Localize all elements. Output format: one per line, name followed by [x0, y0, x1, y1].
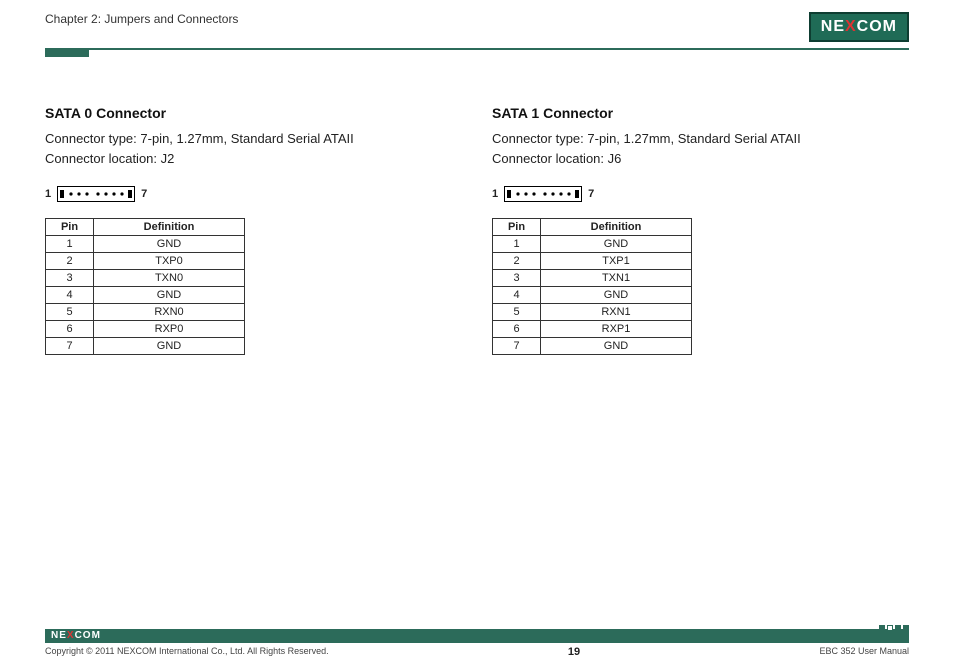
sata1-tbody: 1GND2TXP13TXN14GND5RXN16RXP17GND: [493, 236, 692, 355]
table-row: 7GND: [46, 338, 245, 355]
def-cell: GND: [541, 287, 692, 304]
th-pin: Pin: [46, 219, 94, 236]
table-row: 7GND: [493, 338, 692, 355]
th-def: Definition: [94, 219, 245, 236]
sata1-section: SATA 1 Connector Connector type: 7-pin, …: [492, 105, 909, 355]
page-footer: NEXCOM Copyright © 2011 NEXCOM Internati…: [45, 629, 909, 658]
sata0-section: SATA 0 Connector Connector type: 7-pin, …: [45, 105, 462, 355]
doc-name: EBC 352 User Manual: [819, 646, 909, 658]
pin-cell: 5: [493, 304, 541, 321]
sata1-pin-right: 7: [588, 188, 594, 200]
logo-post: COM: [857, 18, 897, 35]
sata0-pin-left: 1: [45, 188, 51, 200]
table-header-row: Pin Definition: [493, 219, 692, 236]
table-row: 5RXN1: [493, 304, 692, 321]
table-row: 6RXP0: [46, 321, 245, 338]
sata0-pin-table: Pin Definition 1GND2TXP03TXN04GND5RXN06R…: [45, 218, 245, 355]
sata0-description: Connector type: 7-pin, 1.27mm, Standard …: [45, 129, 462, 168]
footer-marks-icon: [879, 625, 909, 631]
footer-text-row: Copyright © 2011 NEXCOM International Co…: [45, 646, 909, 658]
logo-x: X: [845, 18, 857, 35]
sata1-pin-left: 1: [492, 188, 498, 200]
sata0-pin-right: 7: [141, 188, 147, 200]
pin-cell: 5: [46, 304, 94, 321]
def-cell: RXN1: [541, 304, 692, 321]
table-row: 3TXN0: [46, 270, 245, 287]
def-cell: RXP0: [94, 321, 245, 338]
sata-connector-icon: [57, 186, 135, 202]
footer-logo-x: X: [67, 630, 75, 641]
footer-logo-post: COM: [75, 630, 101, 641]
pin-cell: 4: [493, 287, 541, 304]
table-header-row: Pin Definition: [46, 219, 245, 236]
pin-cell: 7: [493, 338, 541, 355]
sata1-type: Connector type: 7-pin, 1.27mm, Standard …: [492, 129, 909, 149]
def-cell: GND: [541, 236, 692, 253]
pin-cell: 1: [46, 236, 94, 253]
table-row: 4GND: [493, 287, 692, 304]
sata0-location: Connector location: J2: [45, 149, 462, 169]
pin-cell: 6: [46, 321, 94, 338]
def-cell: TXN0: [94, 270, 245, 287]
pin-cell: 7: [46, 338, 94, 355]
sata0-type: Connector type: 7-pin, 1.27mm, Standard …: [45, 129, 462, 149]
table-row: 1GND: [46, 236, 245, 253]
logo-nexcom: NEXCOM: [809, 12, 909, 42]
def-cell: RXN0: [94, 304, 245, 321]
footer-bar: NEXCOM: [45, 629, 909, 643]
def-cell: TXP0: [94, 253, 245, 270]
page-header: Chapter 2: Jumpers and Connectors NEXCOM: [45, 12, 909, 50]
def-cell: GND: [94, 338, 245, 355]
table-row: 6RXP1: [493, 321, 692, 338]
th-pin: Pin: [493, 219, 541, 236]
sata1-location: Connector location: J6: [492, 149, 909, 169]
table-row: 2TXP0: [46, 253, 245, 270]
pin-cell: 4: [46, 287, 94, 304]
content-columns: SATA 0 Connector Connector type: 7-pin, …: [45, 105, 909, 355]
sata0-connector-graphic: 1 7: [45, 186, 462, 202]
table-row: 4GND: [46, 287, 245, 304]
def-cell: GND: [94, 287, 245, 304]
def-cell: TXN1: [541, 270, 692, 287]
pin-cell: 1: [493, 236, 541, 253]
pin-cell: 3: [46, 270, 94, 287]
accent-bar: [45, 49, 89, 57]
table-row: 2TXP1: [493, 253, 692, 270]
footer-logo-pre: NE: [51, 630, 67, 641]
page-number: 19: [568, 646, 580, 658]
pin-cell: 3: [493, 270, 541, 287]
def-cell: RXP1: [541, 321, 692, 338]
table-row: 3TXN1: [493, 270, 692, 287]
sata1-description: Connector type: 7-pin, 1.27mm, Standard …: [492, 129, 909, 168]
footer-logo-nexcom: NEXCOM: [51, 629, 101, 643]
sata0-title: SATA 0 Connector: [45, 105, 462, 121]
sata0-tbody: 1GND2TXP03TXN04GND5RXN06RXP07GND: [46, 236, 245, 355]
table-row: 1GND: [493, 236, 692, 253]
chapter-title: Chapter 2: Jumpers and Connectors: [45, 12, 238, 26]
table-row: 5RXN0: [46, 304, 245, 321]
sata1-connector-graphic: 1 7: [492, 186, 909, 202]
pin-cell: 2: [493, 253, 541, 270]
sata-connector-icon: [504, 186, 582, 202]
def-cell: TXP1: [541, 253, 692, 270]
def-cell: GND: [94, 236, 245, 253]
pin-cell: 6: [493, 321, 541, 338]
sata1-pin-table: Pin Definition 1GND2TXP13TXN14GND5RXN16R…: [492, 218, 692, 355]
def-cell: GND: [541, 338, 692, 355]
pin-cell: 2: [46, 253, 94, 270]
logo-pre: NE: [821, 18, 845, 35]
sata1-title: SATA 1 Connector: [492, 105, 909, 121]
copyright-text: Copyright © 2011 NEXCOM International Co…: [45, 646, 329, 658]
th-def: Definition: [541, 219, 692, 236]
